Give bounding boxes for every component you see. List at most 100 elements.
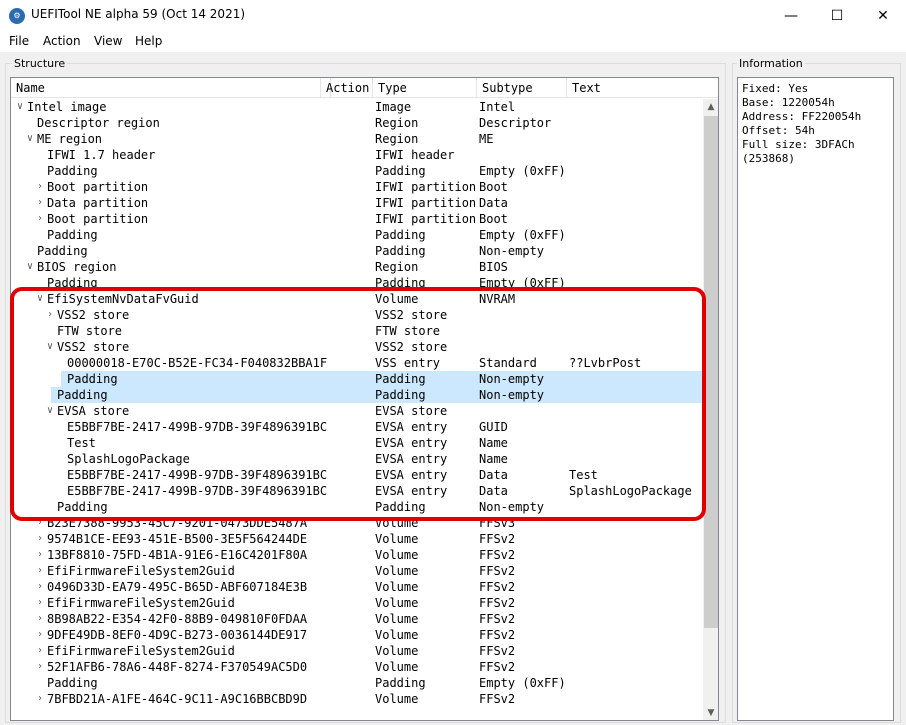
tree-row[interactable]: › Boot partition IFWI partition Boot: [11, 179, 703, 195]
chevron-right-icon[interactable]: ›: [35, 195, 45, 211]
tree-row[interactable]: › 0496D33D-EA79-495C-B65D-ABF607184E3B Vol…: [11, 579, 703, 595]
row-name: Padding: [37, 244, 88, 258]
row-type: Region: [375, 260, 419, 274]
row-subtype: FFSv2: [479, 596, 516, 610]
scroll-down-icon[interactable]: ▼: [703, 705, 718, 720]
tree-row[interactable]: › Boot partition IFWI partition Boot: [11, 211, 703, 227]
scroll-up-icon[interactable]: ▲: [703, 99, 718, 115]
chevron-down-icon[interactable]: ∨: [25, 259, 35, 275]
tree-row[interactable]: ∨ ME region Region ME: [11, 131, 703, 147]
tree-row[interactable]: › 9DFE49DB-8EF0-4D9C-B273-0036144DE917 Vol…: [11, 627, 703, 643]
row-name: IFWI 1.7 header: [47, 148, 156, 162]
row-type: Padding: [375, 164, 426, 178]
tree-row[interactable]: › 9574B1CE-EE93-451E-B500-3E5F564244DE Vol…: [11, 531, 703, 547]
row-name: Boot partition: [47, 212, 149, 226]
row-name: 52F1AFB6-78A6-448F-8274-F370549AC5D0: [47, 660, 308, 674]
menu-view[interactable]: View: [94, 34, 122, 48]
column-action[interactable]: Action: [320, 78, 373, 98]
close-button[interactable]: ✕: [860, 0, 906, 31]
chevron-right-icon[interactable]: ›: [35, 579, 45, 595]
tree-row[interactable]: Padding Padding Empty (0xFF): [11, 163, 703, 179]
row-name: Padding: [47, 228, 98, 242]
chevron-right-icon[interactable]: ›: [35, 211, 45, 227]
row-subtype: FFSv2: [479, 628, 516, 642]
tree-row[interactable]: › EfiFirmwareFileSystem2Guid Volume FFSv2: [11, 563, 703, 579]
row-name: 9574B1CE-EE93-451E-B500-3E5F564244DE: [47, 532, 308, 546]
row-subtype: Non-empty: [479, 244, 545, 258]
row-type: IFWI partition: [375, 180, 477, 194]
tree-row[interactable]: › 52F1AFB6-78A6-448F-8274-F370549AC5D0 Vol…: [11, 659, 703, 675]
chevron-down-icon[interactable]: ∨: [15, 99, 25, 115]
chevron-right-icon[interactable]: ›: [35, 595, 45, 611]
tree-header: Name Action Type Subtype Text: [11, 78, 718, 98]
tree-row[interactable]: › 13BF8810-75FD-4B1A-91E6-E16C4201F80A Vol…: [11, 547, 703, 563]
menu-action[interactable]: Action: [43, 34, 81, 48]
tree-row[interactable]: ∨ Intel image Image Intel: [11, 99, 703, 115]
menu-bar: File Action View Help: [0, 31, 906, 52]
tree-row[interactable]: Padding Padding Empty (0xFF): [11, 227, 703, 243]
row-type: IFWI partition: [375, 212, 477, 226]
row-type: Padding: [375, 244, 426, 258]
row-name: ME region: [37, 132, 103, 146]
column-subtype[interactable]: Subtype: [477, 78, 567, 98]
tree-row[interactable]: › 7BFBD21A-A1FE-464C-9C11-A9C16BBCBD9D Vol…: [11, 691, 703, 707]
tree-row[interactable]: IFWI 1.7 header IFWI header: [11, 147, 703, 163]
menu-file[interactable]: File: [9, 34, 29, 48]
row-type: IFWI header: [375, 148, 455, 162]
row-subtype: FFSv2: [479, 548, 516, 562]
row-subtype: FFSv2: [479, 660, 516, 674]
row-name: EfiFirmwareFileSystem2Guid: [47, 564, 235, 578]
row-type: Volume: [375, 660, 419, 674]
row-subtype: ME: [479, 132, 494, 146]
minimize-button[interactable]: —: [768, 0, 814, 31]
row-type: Image: [375, 100, 412, 114]
chevron-right-icon[interactable]: ›: [35, 547, 45, 563]
row-name: 8B98AB22-E354-42F0-88B9-049810F0FDAA: [47, 612, 308, 626]
row-type: Volume: [375, 532, 419, 546]
row-type: Region: [375, 132, 419, 146]
app-gear-icon: ⚙: [9, 8, 25, 24]
tree-row[interactable]: Padding Padding Non-empty: [11, 243, 703, 259]
row-type: Volume: [375, 596, 419, 610]
chevron-right-icon[interactable]: ›: [35, 611, 45, 627]
chevron-right-icon[interactable]: ›: [35, 691, 45, 707]
chevron-right-icon[interactable]: ›: [35, 563, 45, 579]
row-name: Padding: [47, 164, 98, 178]
row-subtype: BIOS: [479, 260, 508, 274]
tree-row[interactable]: › Data partition IFWI partition Data: [11, 195, 703, 211]
tree-row[interactable]: Descriptor region Region Descriptor: [11, 115, 703, 131]
chevron-right-icon[interactable]: ›: [35, 531, 45, 547]
row-name: Data partition: [47, 196, 149, 210]
row-type: Volume: [375, 692, 419, 706]
column-text[interactable]: Text: [567, 78, 703, 98]
tree-row[interactable]: Padding Padding Empty (0xFF): [11, 675, 703, 691]
row-subtype: Intel: [479, 100, 516, 114]
chevron-down-icon[interactable]: ∨: [25, 131, 35, 147]
row-subtype: Boot: [479, 212, 508, 226]
chevron-right-icon[interactable]: ›: [35, 659, 45, 675]
row-subtype: FFSv2: [479, 532, 516, 546]
information-label: Information: [737, 57, 805, 70]
row-subtype: Empty (0xFF): [479, 228, 566, 242]
row-subtype: Boot: [479, 180, 508, 194]
tree-row[interactable]: › EfiFirmwareFileSystem2Guid Volume FFSv2: [11, 595, 703, 611]
chevron-right-icon[interactable]: ›: [35, 179, 45, 195]
menu-help[interactable]: Help: [135, 34, 162, 48]
scrollbar-thumb[interactable]: [704, 116, 718, 628]
maximize-button[interactable]: ☐: [814, 0, 860, 31]
row-name: 9DFE49DB-8EF0-4D9C-B273-0036144DE917: [47, 628, 308, 642]
chevron-right-icon[interactable]: ›: [35, 627, 45, 643]
row-subtype: FFSv2: [479, 644, 516, 658]
column-name[interactable]: Name: [11, 78, 331, 98]
tree-row[interactable]: › EfiFirmwareFileSystem2Guid Volume FFSv2: [11, 643, 703, 659]
row-subtype: FFSv2: [479, 564, 516, 578]
row-subtype: FFSv2: [479, 612, 516, 626]
column-type[interactable]: Type: [373, 78, 477, 98]
row-subtype: Empty (0xFF): [479, 676, 566, 690]
row-type: Volume: [375, 628, 419, 642]
row-type: Volume: [375, 644, 419, 658]
tree-row[interactable]: › 8B98AB22-E354-42F0-88B9-049810F0FDAA Vol…: [11, 611, 703, 627]
row-type: Volume: [375, 612, 419, 626]
tree-row[interactable]: ∨ BIOS region Region BIOS: [11, 259, 703, 275]
chevron-right-icon[interactable]: ›: [35, 643, 45, 659]
